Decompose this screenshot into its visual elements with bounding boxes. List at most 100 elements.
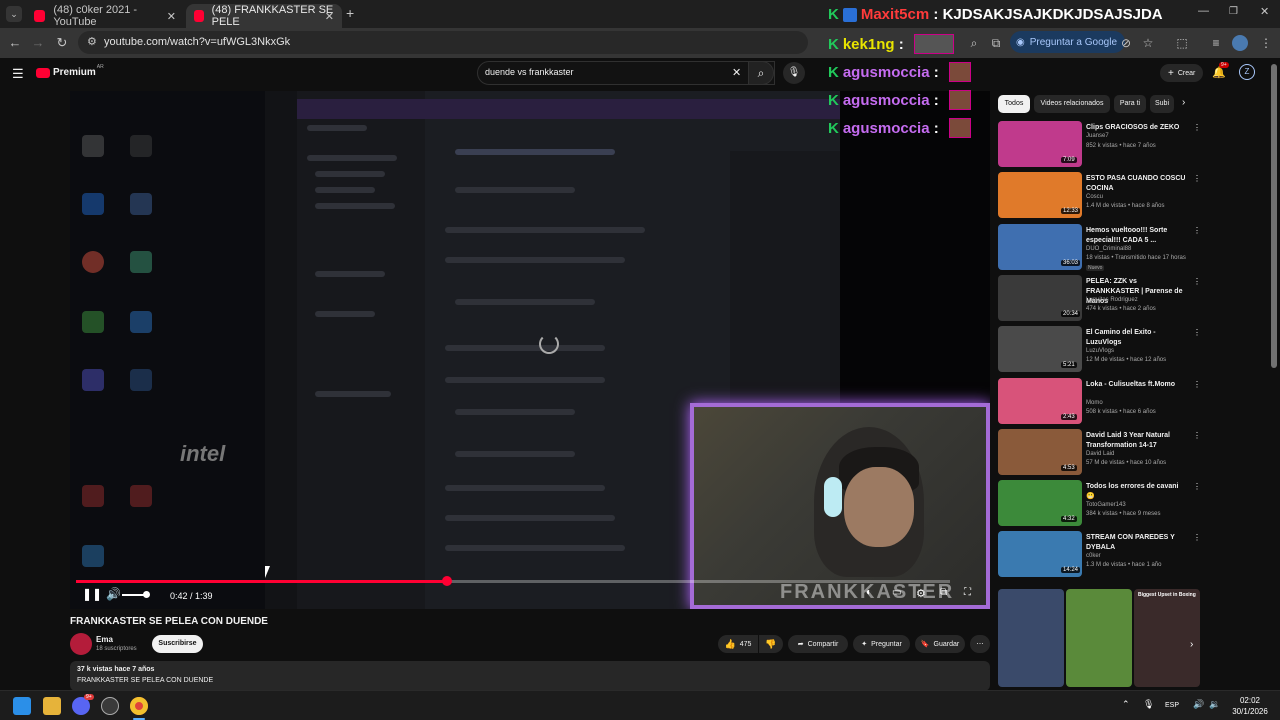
autoplay-toggle-icon[interactable]: ◐ <box>866 587 872 598</box>
desktop-icon <box>82 135 104 157</box>
rec-title[interactable]: STREAM CON PAREDES Y DYBALA <box>1086 533 1188 553</box>
system-clock[interactable]: 02:02 30/1/2026 <box>1228 695 1272 717</box>
chrome-icon[interactable] <box>130 697 148 715</box>
microphone-icon[interactable]: 🎙 <box>783 62 805 84</box>
rec-channel[interactable]: Momo <box>1086 400 1103 406</box>
close-tab-icon[interactable]: ✕ <box>167 10 176 23</box>
rec-title[interactable]: Hemos vueltooo!!! Sorte especial!!! CADA… <box>1086 226 1188 246</box>
volume-knob[interactable] <box>143 591 150 598</box>
close-tab-icon[interactable]: ✕ <box>325 10 334 23</box>
new-badge: Nuevo <box>1086 264 1105 271</box>
rec-channel[interactable]: Luquitas Rodriguez <box>1086 297 1138 303</box>
more-options-icon[interactable]: ⋮ <box>1193 277 1201 286</box>
rec-channel[interactable]: DUO_Criminal88 <box>1086 246 1131 252</box>
rec-title[interactable]: ESTO PASA CUANDO COSCU COCINA <box>1086 174 1188 194</box>
search-icon[interactable]: ⌕ <box>748 61 774 85</box>
rec-channel[interactable]: David Laid <box>1086 451 1114 457</box>
short-item[interactable]: Biggest Upset in Boxing <box>1134 589 1200 687</box>
ask-button[interactable]: ✦ Preguntar <box>853 635 910 653</box>
chip-related[interactable]: Videos relacionados <box>1034 95 1110 113</box>
site-info-icon[interactable]: ⚙ <box>87 35 97 48</box>
settings-gear-icon[interactable]: ⚙ <box>916 587 926 600</box>
tab-search-icon[interactable]: ⌄ <box>6 6 22 22</box>
speaker-tray-icon[interactable]: 🔉 <box>1209 699 1220 710</box>
rec-channel[interactable]: TotoGamer143 <box>1086 502 1126 508</box>
more-options-icon[interactable]: ⋮ <box>1193 482 1201 491</box>
share-button[interactable]: ➦ Compartir <box>788 635 848 653</box>
channel-name[interactable]: Ema <box>96 635 113 644</box>
obs-icon[interactable] <box>101 697 119 715</box>
more-options-icon[interactable]: ⋮ <box>1193 226 1201 235</box>
pause-icon[interactable]: ❚❚ <box>82 587 102 601</box>
more-options-icon[interactable]: ⋮ <box>1193 328 1201 337</box>
video-player[interactable]: intel FRANKKASTER ❚❚ 🔊 0:42 / 1:39 ◐ ▭ ⚙… <box>70 91 990 609</box>
filter-chips: Todos Videos relacionados Para ti Subi › <box>998 95 1198 113</box>
rec-title[interactable]: Todos los errores de cavani 😬 <box>1086 482 1188 502</box>
short-item[interactable] <box>998 589 1064 687</box>
chip-uploaded[interactable]: Subi <box>1150 95 1174 113</box>
subscribe-button[interactable]: Suscribirse <box>152 635 203 653</box>
tab-coker[interactable]: (48) c0ker 2021 - YouTube ✕ <box>26 4 184 28</box>
hamburger-menu-icon[interactable]: ☰ <box>12 66 24 82</box>
rec-title[interactable]: David Laid 3 Year Natural Transformation… <box>1086 431 1188 451</box>
recommendation-item[interactable]: 4:32 Todos los errores de cavani 😬 TotoGam… <box>998 480 1203 528</box>
recommendation-item[interactable]: 12:33 ESTO PASA CUANDO COSCU COCINA Coscu 1… <box>998 172 1203 220</box>
forward-icon[interactable]: → <box>28 34 48 52</box>
duration-badge: 5:21 <box>1061 362 1077 369</box>
more-options-icon[interactable]: ⋮ <box>1193 431 1201 440</box>
more-options-icon[interactable]: ⋮ <box>1193 380 1201 389</box>
rec-channel[interactable]: Coscu <box>1086 194 1103 200</box>
rec-channel[interactable]: Juanse7 <box>1086 133 1109 139</box>
more-options-icon[interactable]: ⋮ <box>1193 123 1201 132</box>
short-item[interactable] <box>1066 589 1132 687</box>
progress-bar[interactable] <box>76 576 950 586</box>
tab-frankkaster[interactable]: (48) FRANKKASTER SE PELE ✕ <box>186 4 342 28</box>
volume-tray-icon[interactable]: 🔊 <box>1193 699 1204 710</box>
recommendation-item[interactable]: 7:09 Clips GRACIOSOS de ZEKO Juanse7 852 k … <box>998 121 1203 169</box>
save-button[interactable]: 🔖 Guardar <box>915 635 965 653</box>
progress-scrubber[interactable] <box>441 576 452 586</box>
windows-start-icon[interactable] <box>13 697 31 715</box>
channel-avatar[interactable] <box>70 633 92 655</box>
volume-icon[interactable]: 🔊 <box>106 587 121 601</box>
more-options-icon[interactable]: ⋮ <box>1193 533 1201 542</box>
miniplayer-icon[interactable]: ⧉ <box>940 587 947 598</box>
chip-for-you[interactable]: Para ti <box>1114 95 1146 113</box>
recommendation-item[interactable]: 2:43 Loka - Culisueltas ft.Momo Momo 508 k … <box>998 377 1203 426</box>
language-indicator[interactable]: ESP <box>1165 702 1179 709</box>
recommendation-item[interactable]: 14:24 STREAM CON PAREDES Y DYBALA c0ker 1.3… <box>998 531 1203 579</box>
recommendation-item[interactable]: 36:03 Hemos vueltooo!!! Sorte especial!!!… <box>998 223 1203 272</box>
more-actions-icon[interactable]: ⋯ <box>970 635 990 653</box>
recommendation-item[interactable]: 4:53 David Laid 3 Year Natural Transforma… <box>998 428 1203 477</box>
page-scrollbar[interactable] <box>1271 64 1277 368</box>
rec-title[interactable]: Clips GRACIOSOS de ZEKO <box>1086 123 1188 133</box>
chevron-right-icon[interactable]: › <box>1182 97 1185 108</box>
rec-title[interactable]: Loka - Culisueltas ft.Momo <box>1086 380 1188 390</box>
tray-expand-icon[interactable]: ⌃ <box>1122 699 1130 710</box>
file-explorer-icon[interactable] <box>43 697 61 715</box>
tray-mic-icon[interactable]: 🎙 <box>1143 699 1154 710</box>
dislike-button[interactable]: 👎 <box>759 635 783 653</box>
subtitles-icon[interactable]: ▭ <box>892 587 901 598</box>
rec-channel[interactable]: LuzuVlogs <box>1086 348 1114 354</box>
rec-channel[interactable]: c0ker <box>1086 553 1101 559</box>
like-button[interactable]: 👍 475 <box>718 635 758 653</box>
clear-search-icon[interactable]: ✕ <box>732 66 741 79</box>
reload-icon[interactable]: ↻ <box>52 34 72 52</box>
description-box[interactable]: 37 k vistas hace 7 años FRANKKASTER SE P… <box>70 661 990 691</box>
search-input[interactable]: duende vs frankkaster ✕ <box>477 61 775 85</box>
recommendation-item[interactable]: 5:21 El Camino del Exito - LuzuVlogs LuzuV… <box>998 326 1203 374</box>
new-tab-button[interactable]: + <box>346 5 354 21</box>
omnibox[interactable]: ⚙ youtube.com/watch?v=ufWGL3NkxGk <box>78 31 808 54</box>
duration-badge: 20:34 <box>1061 310 1081 317</box>
chip-todos[interactable]: Todos <box>998 95 1030 113</box>
more-options-icon[interactable]: ⋮ <box>1193 174 1201 183</box>
rec-title[interactable]: El Camino del Exito - LuzuVlogs <box>1086 328 1188 348</box>
duration-badge: 12:33 <box>1061 208 1081 215</box>
rec-meta: 1.4 M de vistas • hace 8 años <box>1086 203 1165 210</box>
youtube-logo[interactable]: Premium AR <box>36 64 104 78</box>
shorts-next-icon[interactable]: › <box>1190 639 1193 650</box>
fullscreen-icon[interactable]: ⛶ <box>964 587 971 598</box>
back-icon[interactable]: ← <box>5 34 25 52</box>
recommendation-item[interactable]: 20:34 PELEA: ZZK vs FRANKKASTER | Parense… <box>998 274 1203 323</box>
